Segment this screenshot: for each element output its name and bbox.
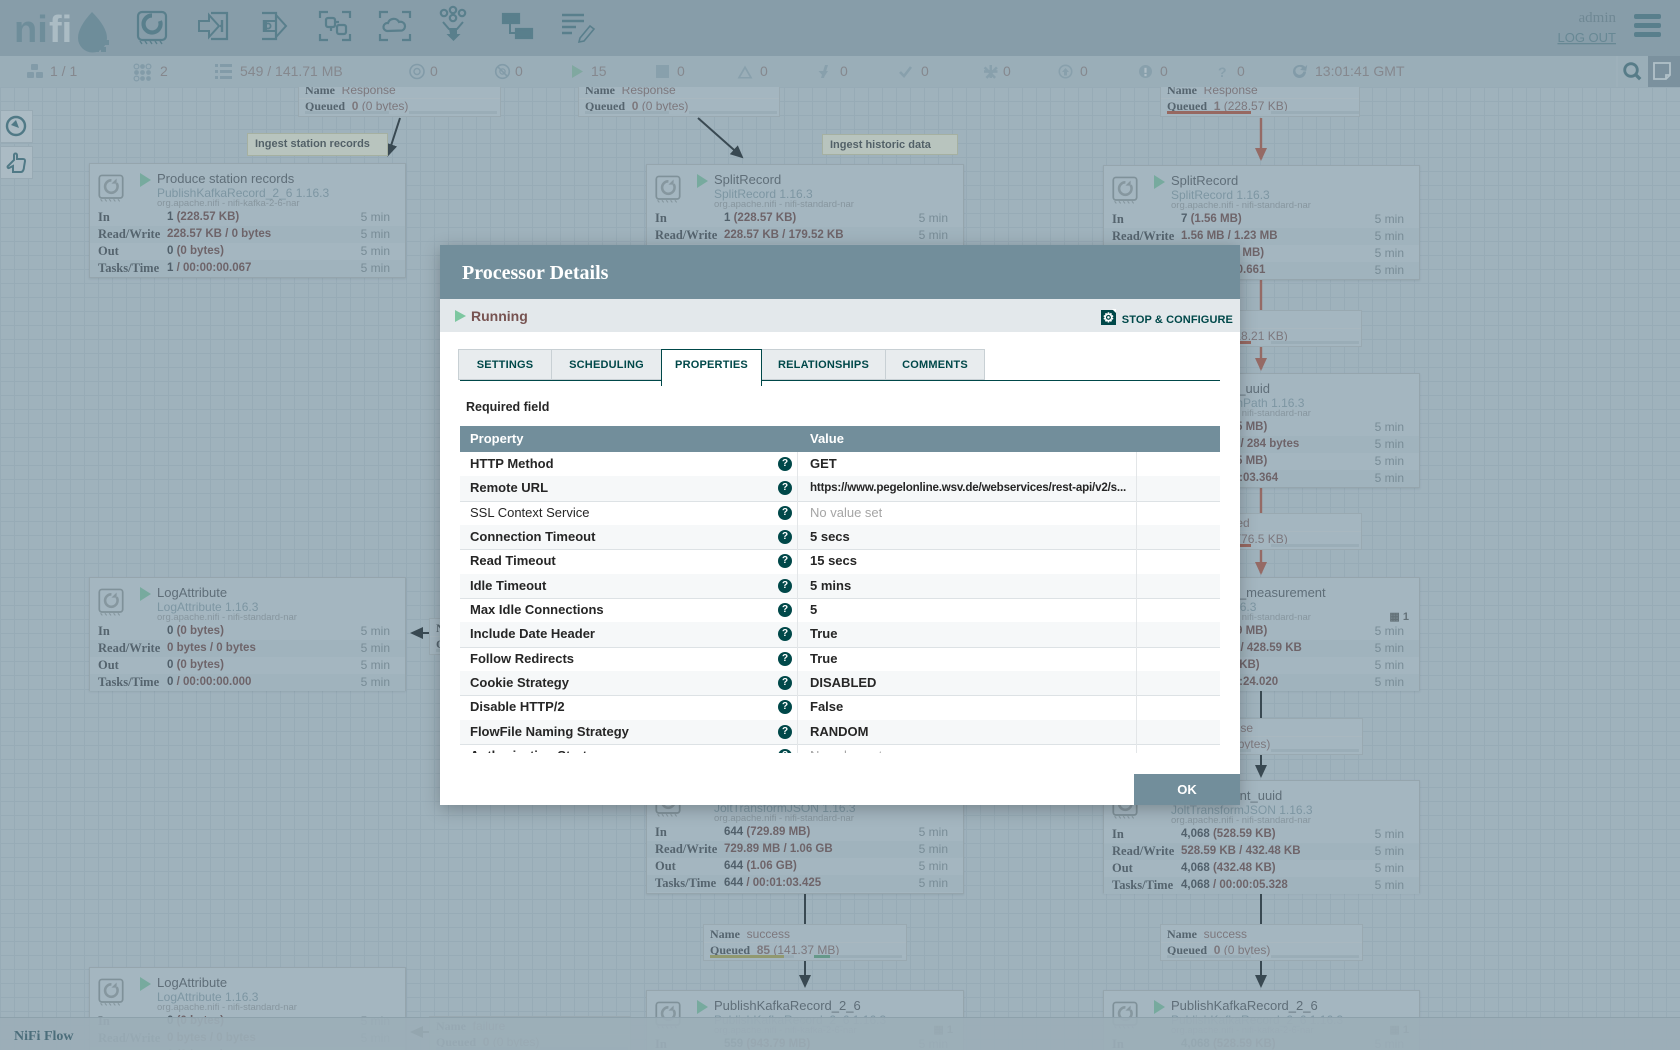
svg-text:⚙: ⚙ <box>1102 310 1114 325</box>
